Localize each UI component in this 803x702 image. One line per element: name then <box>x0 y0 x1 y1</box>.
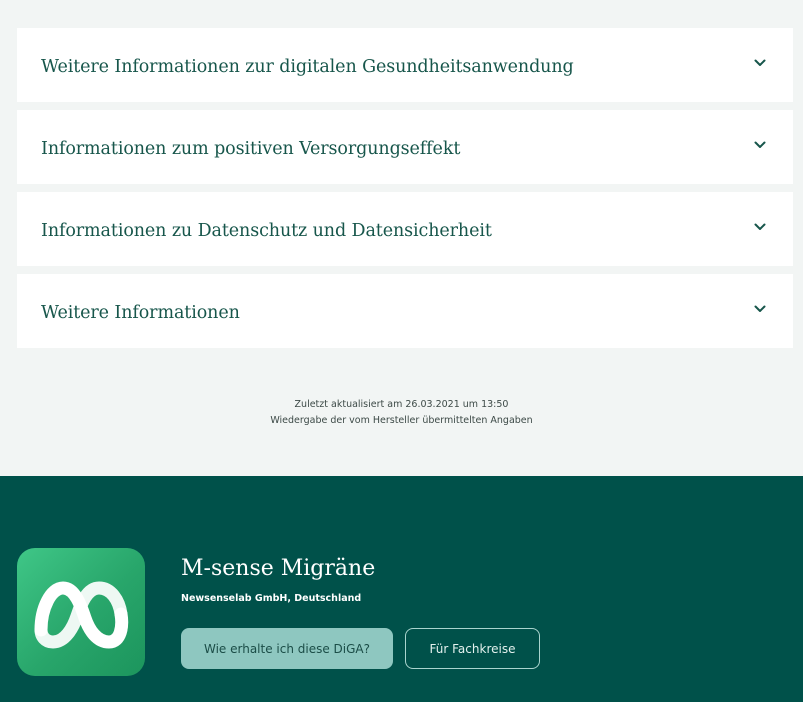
accordion-label: Informationen zum positiven Versorgungse… <box>41 138 461 159</box>
accordion-label: Weitere Informationen zur digitalen Gesu… <box>41 56 574 77</box>
source-note-text: Wiedergabe der vom Hersteller übermittel… <box>270 415 533 426</box>
chevron-down-icon[interactable] <box>751 218 769 236</box>
app-title: M-sense Migräne <box>181 556 376 581</box>
chevron-down-icon[interactable] <box>751 136 769 154</box>
chevron-down-icon[interactable] <box>751 54 769 72</box>
app-manufacturer: Newsenselab GmbH, Deutschland <box>181 593 362 604</box>
professionals-button[interactable]: Für Fachkreise <box>405 628 540 669</box>
chevron-down-icon[interactable] <box>751 300 769 318</box>
m-sense-logo-icon <box>17 548 145 676</box>
accordion-label: Weitere Informationen <box>41 302 240 323</box>
accordion-versorgungseffekt[interactable]: Informationen zum positiven Versorgungse… <box>17 110 793 184</box>
accordion-weitere-informationen[interactable]: Weitere Informationen <box>17 274 793 348</box>
accordion-weitere-informationen-diga[interactable]: Weitere Informationen zur digitalen Gesu… <box>17 28 793 102</box>
accordion-label: Informationen zu Datenschutz und Datensi… <box>41 220 492 241</box>
last-updated-text: Zuletzt aktualisiert am 26.03.2021 um 13… <box>294 399 509 410</box>
how-to-get-diga-button[interactable]: Wie erhalte ich diese DiGA? <box>181 628 393 669</box>
accordion-datenschutz[interactable]: Informationen zu Datenschutz und Datensi… <box>17 192 793 266</box>
page: Weitere Informationen zur digitalen Gesu… <box>0 0 803 702</box>
